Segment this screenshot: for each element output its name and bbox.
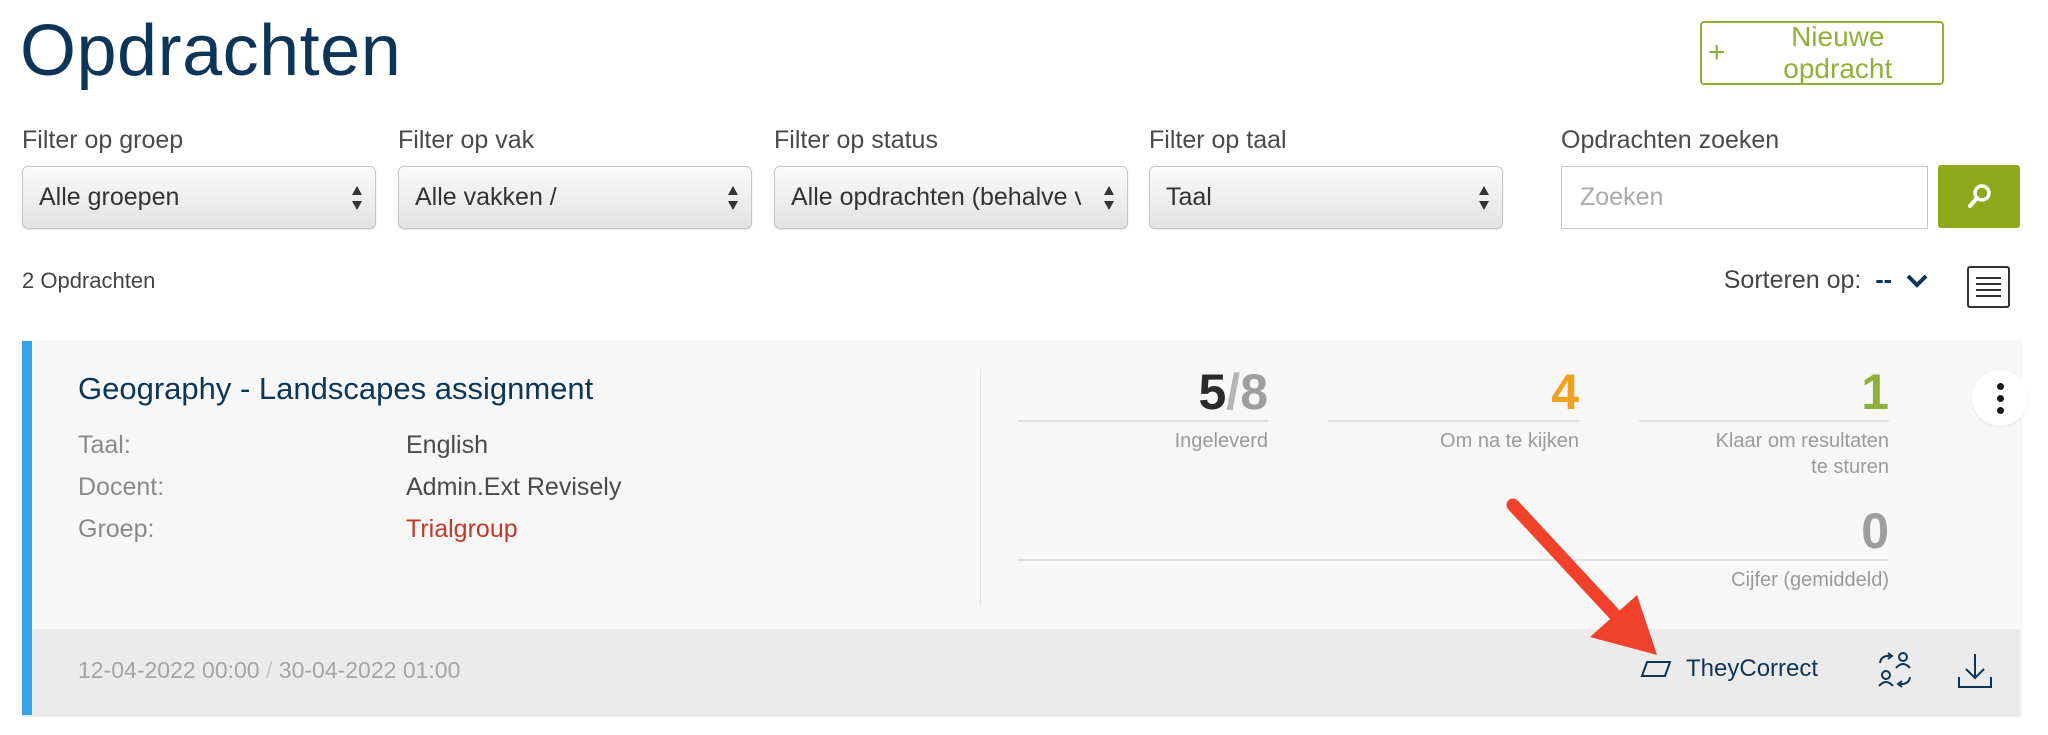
date-separator: / xyxy=(266,657,273,683)
search-field: Opdrachten zoeken Zoeken xyxy=(1561,126,1928,229)
list-icon-line xyxy=(1976,277,2001,279)
assignment-card[interactable]: Geography - Landscapes assignment Taal: E… xyxy=(22,341,2028,715)
list-icon-line xyxy=(1976,289,2001,291)
meta-teacher: Docent: Admin.Ext Revisely xyxy=(78,473,621,502)
stat-grade-label: Cijfer (gemiddeld) xyxy=(1731,569,1889,591)
stat-divider xyxy=(1639,420,1889,422)
filter-subject-value: Alle vakken / xyxy=(415,183,557,211)
more-dot xyxy=(1996,406,2004,414)
new-assignment-button[interactable]: + Nieuwe opdracht xyxy=(1700,21,1944,85)
stat-to-review: 4 Om na te kijken xyxy=(1328,366,1579,454)
stat-divider xyxy=(1018,559,1889,561)
stat-divider xyxy=(1328,420,1579,422)
filter-status-label: Filter op status xyxy=(774,126,938,154)
meta-language-value: English xyxy=(406,431,488,459)
meta-teacher-value: Admin.Ext Revisely xyxy=(406,473,622,501)
sort-value: -- xyxy=(1875,266,1892,294)
peer-swap-icon[interactable] xyxy=(1877,651,1913,689)
stat-total-value: 8 xyxy=(1240,364,1268,420)
search-icon xyxy=(1968,183,1991,208)
search-button[interactable] xyxy=(1938,165,2020,228)
assignment-title[interactable]: Geography - Landscapes assignment xyxy=(78,371,593,407)
end-date: 30-04-2022 01:00 xyxy=(278,657,461,683)
meta-teacher-key: Docent: xyxy=(78,473,165,501)
stat-grade: 0 Cijfer (gemiddeld) xyxy=(1018,505,1889,593)
filter-language: Filter op taal Taal xyxy=(1149,126,1503,229)
list-icon-line xyxy=(1976,283,2001,285)
filter-language-label: Filter op taal xyxy=(1149,126,1287,154)
stat-ready: 1 Klaar om resultaten te sturen xyxy=(1639,366,1889,480)
select-arrows-icon xyxy=(352,186,362,210)
stat-divider xyxy=(1018,420,1268,422)
stat-ready-label: Klaar om resultaten te sturen xyxy=(1715,430,1889,478)
filter-status-select[interactable]: Alle opdrachten (behalve vo xyxy=(774,166,1128,229)
more-options-button[interactable] xyxy=(1972,370,2028,426)
search-label: Opdrachten zoeken xyxy=(1561,126,1780,154)
chevron-down-icon xyxy=(1906,274,1928,288)
list-icon-line xyxy=(1976,295,2001,297)
page-title: Opdrachten xyxy=(20,11,402,91)
filter-subject: Filter op vak Alle vakken / xyxy=(398,126,752,229)
select-arrows-icon xyxy=(1479,186,1489,210)
stat-to-review-value: 4 xyxy=(1551,364,1579,420)
meta-group-value[interactable]: Trialgroup xyxy=(406,515,518,543)
sort-control[interactable]: Sorteren op: -- xyxy=(1724,266,1928,295)
plus-icon: + xyxy=(1708,36,1726,69)
filter-group: Filter op groep Alle groepen xyxy=(22,126,376,229)
search-input[interactable]: Zoeken xyxy=(1561,166,1928,229)
filter-language-select[interactable]: Taal xyxy=(1149,166,1503,229)
select-arrows-icon xyxy=(1104,186,1114,210)
card-footer: 12-04-2022 00:00 / 30-04-2022 01:00 They… xyxy=(32,629,2020,715)
filter-status-value: Alle opdrachten (behalve vo xyxy=(791,183,1081,211)
filter-language-value: Taal xyxy=(1166,183,1212,211)
start-date: 12-04-2022 00:00 xyxy=(78,657,260,683)
meta-language-key: Taal: xyxy=(78,431,131,459)
card-divider xyxy=(980,369,981,605)
stat-grade-value: 0 xyxy=(1861,503,1889,559)
meta-group-key: Groep: xyxy=(78,515,155,543)
filter-status: Filter op status Alle opdrachten (behalv… xyxy=(774,126,1128,229)
more-dot xyxy=(1996,394,2004,402)
more-dot xyxy=(1996,382,2004,390)
filter-subject-label: Filter op vak xyxy=(398,126,535,154)
new-assignment-label: Nieuwe opdracht xyxy=(1783,21,1893,84)
stat-submitted-value: 5 xyxy=(1198,364,1227,420)
stat-submitted-label: Ingeleverd xyxy=(1174,430,1268,452)
stat-to-review-label: Om na te kijken xyxy=(1440,430,1579,452)
filter-group-label: Filter op groep xyxy=(22,126,184,154)
assignment-count: 2 Opdrachten xyxy=(22,268,156,293)
meta-language: Taal: English xyxy=(78,431,488,460)
annotation-arrow-icon xyxy=(1506,498,1657,655)
date-range: 12-04-2022 00:00 / 30-04-2022 01:00 xyxy=(78,657,460,684)
stat-ready-value: 1 xyxy=(1861,364,1889,420)
theycorrect-label: TheyCorrect xyxy=(1686,655,1819,682)
select-arrows-icon xyxy=(728,186,738,210)
stat-submitted: 5/8 Ingeleverd xyxy=(1018,366,1268,454)
download-icon[interactable] xyxy=(1956,651,1994,691)
meta-group: Groep: Trialgroup xyxy=(78,515,518,544)
sort-label: Sorteren op: xyxy=(1723,266,1862,294)
filter-group-select[interactable]: Alle groepen xyxy=(22,166,376,229)
filter-subject-select[interactable]: Alle vakken / xyxy=(398,166,752,229)
filter-group-value: Alle groepen xyxy=(39,183,180,211)
list-view-button[interactable] xyxy=(1967,266,2010,308)
